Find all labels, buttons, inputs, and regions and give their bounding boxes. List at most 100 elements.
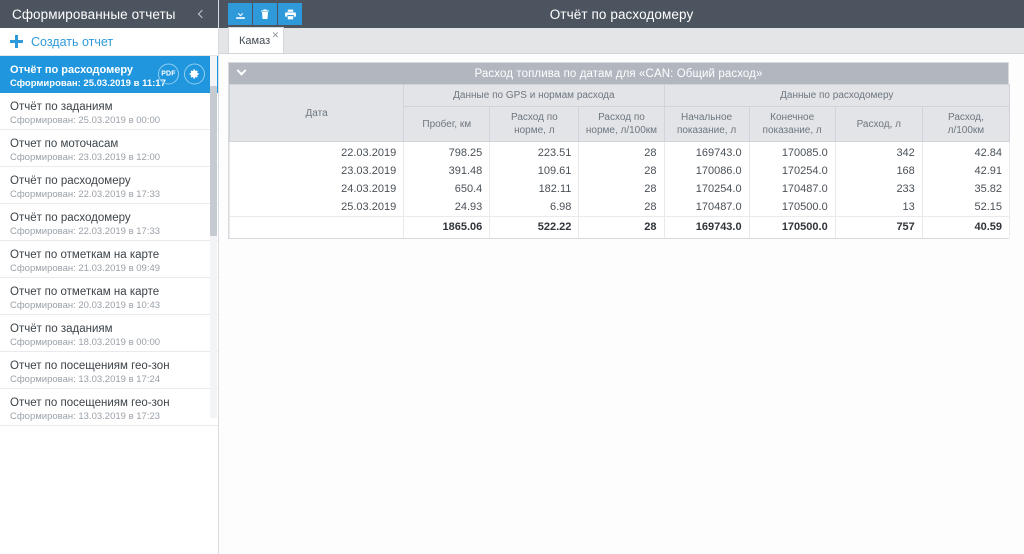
- cell-total-end-reading: 170500.0: [749, 217, 835, 239]
- table-row[interactable]: 25.03.2019 24.93 6.98 28 170487.0 170500…: [230, 198, 1010, 217]
- cell-norm-liters: 109.61: [490, 162, 579, 180]
- cell-mileage: 24.93: [404, 198, 490, 217]
- cell-total-mileage: 1865.06: [404, 217, 490, 239]
- sidebar-title: Сформированные отчеты: [12, 7, 176, 22]
- cell-start-reading: 170086.0: [664, 162, 749, 180]
- cell-end-reading: 170254.0: [749, 162, 835, 180]
- table-row[interactable]: 24.03.2019 650.4 182.11 28 170254.0 1704…: [230, 180, 1010, 198]
- col-norm-per100: Расход по норме, л/100км: [579, 107, 664, 142]
- report-title: Отчёт по заданиям: [10, 100, 208, 114]
- cell-total-date: [230, 217, 404, 239]
- list-item[interactable]: Отчёт по расходомеру Сформирован: 22.03.…: [0, 167, 218, 204]
- table-row[interactable]: 23.03.2019 391.48 109.61 28 170086.0 170…: [230, 162, 1010, 180]
- report-title: Отчёт по заданиям: [10, 322, 208, 336]
- report-title: Отчёт по расходомеру: [10, 211, 208, 225]
- cell-consumption-per100: 42.84: [922, 142, 1009, 163]
- cell-norm-per100: 28: [579, 142, 664, 163]
- tab-kamaz[interactable]: Камаз ✕: [228, 27, 284, 53]
- cell-total-norm-liters: 522.22: [490, 217, 579, 239]
- sidebar-empty-space: [0, 426, 218, 554]
- app-root: Сформированные отчеты Создать отчет Отчё…: [0, 0, 1024, 554]
- cell-norm-per100: 28: [579, 162, 664, 180]
- cell-consumption-liters: 13: [835, 198, 922, 217]
- cell-norm-per100: 28: [579, 198, 664, 217]
- cell-date: 22.03.2019: [230, 142, 404, 163]
- col-end-reading: Конечное показание, л: [749, 107, 835, 142]
- cell-start-reading: 170487.0: [664, 198, 749, 217]
- report-subtitle: Сформирован: 13.03.2019 в 17:23: [10, 410, 208, 423]
- cell-date: 23.03.2019: [230, 162, 404, 180]
- list-item[interactable]: Отчёт по заданиям Сформирован: 25.03.201…: [0, 93, 218, 130]
- chevron-left-icon: [198, 10, 206, 18]
- close-icon[interactable]: ✕: [272, 31, 280, 40]
- cell-start-reading: 169743.0: [664, 142, 749, 163]
- pdf-icon[interactable]: PDF: [158, 64, 179, 85]
- cell-mileage: 650.4: [404, 180, 490, 198]
- download-button[interactable]: [228, 3, 252, 25]
- col-start-reading: Начальное показание, л: [664, 107, 749, 142]
- main-area: Отчёт по расходомеру Камаз ✕ Расход топл…: [219, 0, 1024, 554]
- cell-consumption-liters: 233: [835, 180, 922, 198]
- report-content: Расход топлива по датам для «CAN: Общий …: [219, 54, 1024, 554]
- list-item[interactable]: Отчет по посещениям гео-зон Сформирован:…: [0, 352, 218, 389]
- print-icon: [284, 8, 297, 21]
- list-item[interactable]: Отчет по посещениям гео-зон Сформирован:…: [0, 389, 218, 426]
- col-consumption-liters: Расход, л: [835, 107, 922, 142]
- report-subtitle: Сформирован: 23.03.2019 в 12:00: [10, 151, 208, 164]
- reports-sidebar: Сформированные отчеты Создать отчет Отчё…: [0, 0, 219, 554]
- report-title: Отчет по посещениям гео-зон: [10, 359, 208, 373]
- report-title: Отчет по посещениям гео-зон: [10, 396, 208, 410]
- list-item[interactable]: Отчёт по расходомеру Сформирован: 22.03.…: [0, 204, 218, 241]
- list-item[interactable]: Отчёт по заданиям Сформирован: 18.03.201…: [0, 315, 218, 352]
- cell-norm-liters: 6.98: [490, 198, 579, 217]
- cell-end-reading: 170500.0: [749, 198, 835, 217]
- cell-total-start-reading: 169743.0: [664, 217, 749, 239]
- cell-total-norm-per100: 28: [579, 217, 664, 239]
- report-subtitle: Сформирован: 22.03.2019 в 17:33: [10, 225, 208, 238]
- plus-icon: [10, 35, 23, 48]
- gear-icon[interactable]: [184, 64, 205, 85]
- cell-date: 25.03.2019: [230, 198, 404, 217]
- col-norm-liters: Расход по норме, л: [490, 107, 579, 142]
- panel-collapse-button[interactable]: [238, 63, 245, 84]
- cell-norm-per100: 28: [579, 180, 664, 198]
- cell-consumption-per100: 35.82: [922, 180, 1009, 198]
- list-item[interactable]: Отчет по отметкам на карте Сформирован: …: [0, 278, 218, 315]
- panel-title: Расход топлива по датам для «CAN: Общий …: [229, 68, 1008, 80]
- report-panel: Расход топлива по датам для «CAN: Общий …: [228, 62, 1009, 239]
- tab-bar: Камаз ✕: [219, 28, 1024, 54]
- create-report-button[interactable]: Создать отчет: [0, 28, 218, 56]
- table-row[interactable]: 22.03.2019 798.25 223.51 28 169743.0 170…: [230, 142, 1010, 163]
- fuel-report-table: Дата Данные по GPS и нормам расхода Данн…: [229, 84, 1010, 238]
- cell-date: 24.03.2019: [230, 180, 404, 198]
- chevron-down-icon: [237, 66, 247, 76]
- list-item[interactable]: Отчет по отметкам на карте Сформирован: …: [0, 241, 218, 278]
- page-title: Отчёт по расходомеру: [219, 7, 1024, 22]
- report-subtitle: Сформирован: 13.03.2019 в 17:24: [10, 373, 208, 386]
- cell-consumption-liters: 342: [835, 142, 922, 163]
- create-report-label: Создать отчет: [31, 35, 113, 49]
- report-subtitle: Сформирован: 22.03.2019 в 17:33: [10, 188, 208, 201]
- cell-end-reading: 170085.0: [749, 142, 835, 163]
- tab-label: Камаз: [239, 35, 270, 47]
- cell-end-reading: 170487.0: [749, 180, 835, 198]
- cell-total-consumption-liters: 757: [835, 217, 922, 239]
- list-item[interactable]: Отчет по моточасам Сформирован: 23.03.20…: [0, 130, 218, 167]
- report-title: Отчет по моточасам: [10, 137, 208, 151]
- collapse-sidebar-button[interactable]: [193, 5, 209, 23]
- report-subtitle: Сформирован: 21.03.2019 в 09:49: [10, 262, 208, 275]
- delete-button[interactable]: [253, 3, 277, 25]
- cell-mileage: 798.25: [404, 142, 490, 163]
- report-actions: PDF: [158, 64, 205, 85]
- cell-consumption-liters: 168: [835, 162, 922, 180]
- table-group-header-row: Дата Данные по GPS и нормам расхода Данн…: [230, 85, 1010, 107]
- sidebar-scrollbar-thumb[interactable]: [210, 86, 217, 236]
- report-title: Отчет по отметкам на карте: [10, 285, 208, 299]
- report-list: Отчёт по расходомеру Сформирован: 25.03.…: [0, 56, 218, 426]
- print-button[interactable]: [278, 3, 302, 25]
- download-icon: [234, 8, 247, 21]
- colgroup-gps: Данные по GPS и нормам расхода: [404, 85, 664, 107]
- table-total-row: 1865.06 522.22 28 169743.0 170500.0 757 …: [230, 217, 1010, 239]
- toolbar-buttons: [228, 3, 302, 25]
- list-item[interactable]: Отчёт по расходомеру Сформирован: 25.03.…: [0, 56, 218, 93]
